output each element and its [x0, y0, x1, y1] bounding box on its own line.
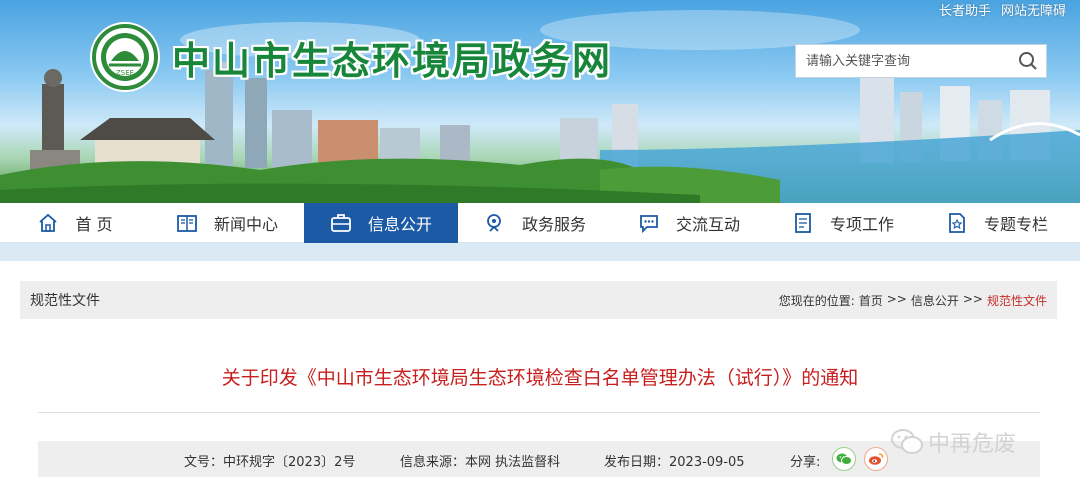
nav-gov-service-label: 政务服务 [521, 215, 586, 234]
breadcrumb-prefix: 您现在的位置: [778, 293, 855, 308]
nav-news[interactable]: 新闻中心 [150, 203, 304, 243]
breadcrumb-separator: >> [962, 291, 983, 306]
nav-special-work-label: 专项工作 [829, 215, 894, 234]
article-title: 关于印发《中山市生态环境局生态环境检查白名单管理办法（试行）》的通知 [221, 367, 859, 389]
title-divider [38, 412, 1040, 413]
breadcrumb-home[interactable]: 首页 [859, 292, 883, 309]
info-source: 信息来源：本网 执法监督科 [400, 455, 561, 470]
weibo-icon [869, 453, 884, 465]
nav-interaction-label: 交流互动 [675, 215, 740, 234]
nav-gov-service[interactable]: 政务服务 [458, 203, 612, 243]
breadcrumb: 您现在的位置: 首页 >> 信息公开 >> 规范性文件 [779, 292, 1047, 309]
share-weibo-button[interactable] [864, 447, 888, 471]
main-content: 规范性文件 您现在的位置: 首页 >> 信息公开 >> 规范性文件 关于印发《中… [0, 261, 1080, 491]
share-wechat-button[interactable] [832, 447, 856, 471]
nav-news-label: 新闻中心 [213, 215, 278, 234]
chat-icon [640, 215, 658, 234]
breadcrumb-info-disclosure[interactable]: 信息公开 [911, 292, 959, 309]
emblem-icon: ZSEE [101, 33, 149, 81]
star-page-icon [949, 213, 965, 233]
header-banner: 长者助手 网站无障碍 ZSEE 中山市生态环境局政务网 [0, 0, 1080, 203]
logo-emblem: ZSEE [92, 24, 158, 90]
nav-divider-strip [0, 243, 1080, 261]
nav-info-disclosure-label: 信息公开 [367, 215, 432, 234]
logo-text: ZSEE [116, 69, 134, 77]
site-title: 中山市生态环境局政务网 [172, 38, 613, 83]
service-icon [487, 214, 501, 232]
breadcrumb-separator: >> [886, 291, 907, 306]
publish-date: 发布日期：2023-09-05 [604, 455, 745, 470]
search-button[interactable] [1010, 45, 1046, 77]
breadcrumb-bar: 规范性文件 您现在的位置: 首页 >> 信息公开 >> 规范性文件 [20, 281, 1057, 319]
watermark: 中再危废 [890, 426, 1016, 458]
nav-special-topics-label: 专题专栏 [983, 215, 1048, 234]
document-icon [795, 213, 811, 233]
share-label: 分享: [790, 455, 821, 470]
main-nav: 首 页 新闻中心 信息公开 政务服务 交流互动 专项工作 专题专栏 [0, 203, 1080, 243]
search-input[interactable] [796, 45, 1010, 77]
elder-assistant-link[interactable]: 长者助手 [939, 0, 991, 19]
top-links: 长者助手 网站无障碍 [939, 0, 1066, 19]
nav-home[interactable]: 首 页 [0, 203, 150, 243]
search-bar [795, 44, 1047, 78]
page: 长者助手 网站无障碍 ZSEE 中山市生态环境局政务网 请输入关键字查询 首 页… [0, 0, 1080, 491]
breadcrumb-current[interactable]: 规范性文件 [987, 292, 1047, 309]
nav-info-disclosure[interactable]: 信息公开 [304, 203, 458, 243]
nav-special-work[interactable]: 专项工作 [766, 203, 920, 243]
home-icon [39, 213, 58, 232]
nav-interaction[interactable]: 交流互动 [612, 203, 766, 243]
nav-home-label: 首 页 [75, 215, 113, 234]
news-icon [177, 215, 197, 232]
briefcase-icon [331, 214, 351, 232]
site-logo[interactable]: ZSEE 中山市生态环境局政务网 [92, 24, 612, 90]
search-icon [1019, 52, 1037, 70]
doc-number: 文号：中环规字〔2023〕2号 [184, 455, 356, 470]
nav-special-topics[interactable]: 专题专栏 [920, 203, 1074, 243]
wechat-watermark-icon [891, 429, 923, 454]
section-title: 规范性文件 [30, 293, 100, 309]
accessibility-link[interactable]: 网站无障碍 [1001, 0, 1066, 19]
watermark-text: 中再危废 [928, 432, 1017, 457]
wechat-icon [836, 453, 852, 465]
